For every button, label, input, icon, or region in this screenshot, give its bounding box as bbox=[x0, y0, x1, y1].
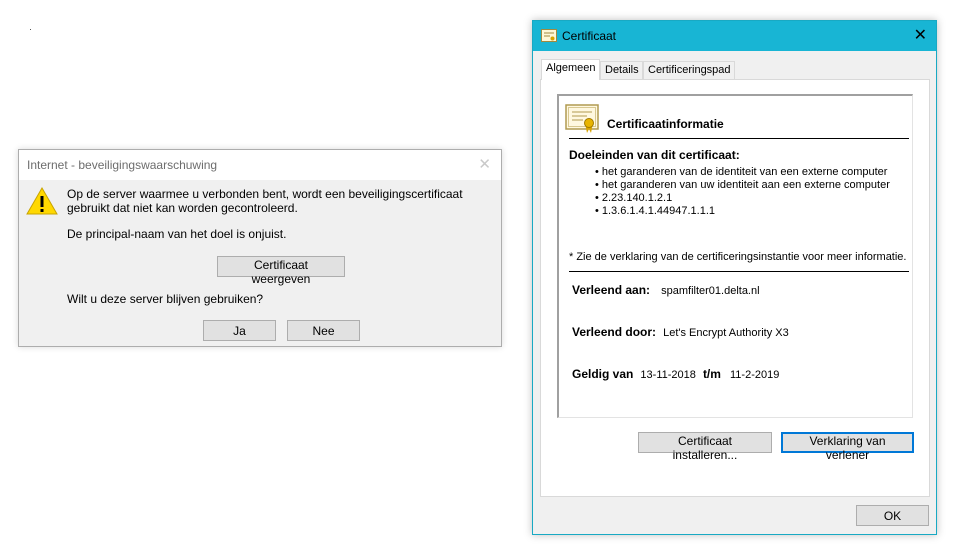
divider bbox=[569, 138, 909, 139]
valid-to-label: t/m bbox=[702, 367, 721, 381]
purposes-list: het garanderen van de identiteit van een… bbox=[595, 166, 890, 218]
issued-by-label: Verleend door: bbox=[572, 325, 657, 339]
issued-to-label: Verleend aan: bbox=[572, 283, 651, 297]
warning-message: Op de server waarmee u verbonden bent, w… bbox=[67, 187, 463, 215]
list-item: 2.23.140.1.2.1 bbox=[595, 192, 890, 205]
tab-algemeen[interactable]: Algemeen bbox=[541, 59, 600, 80]
cert-titlebar[interactable]: Certificaat ✕ bbox=[533, 21, 936, 51]
tab-certificeringspad[interactable]: Certificeringspad bbox=[643, 61, 735, 79]
certificate-app-icon bbox=[541, 29, 557, 46]
warning-titlebar[interactable]: Internet - beveiligingswaarschuwing ✕ bbox=[19, 150, 501, 180]
divider bbox=[569, 271, 909, 272]
general-tab-panel: Certificaatinformatie Doeleinden van dit… bbox=[540, 79, 930, 497]
valid-from-value: 13-11-2018 bbox=[640, 369, 696, 381]
list-item: het garanderen van uw identiteit aan een… bbox=[595, 179, 890, 192]
warning-question: Wilt u deze server blijven gebruiken? bbox=[67, 292, 264, 306]
issued-to-row: Verleend aan: spamfilter01.delta.nl bbox=[572, 283, 760, 297]
install-certificate-button[interactable]: Certificaat installeren... bbox=[638, 432, 772, 462]
warning-icon bbox=[26, 186, 58, 219]
certificate-info-title: Certificaatinformatie bbox=[607, 117, 724, 131]
issued-by-value: Let's Encrypt Authority X3 bbox=[663, 327, 789, 339]
authority-note: * Zie de verklaring van de certificering… bbox=[569, 251, 907, 263]
close-icon[interactable]: ✕ bbox=[914, 25, 927, 45]
validity-row: Geldig van 13-11-2018 t/m 11-2-2019 bbox=[572, 367, 779, 381]
close-icon[interactable]: ✕ bbox=[478, 155, 491, 173]
certificate-info-box: Certificaatinformatie Doeleinden van dit… bbox=[557, 94, 913, 418]
yes-button[interactable]: Ja bbox=[203, 320, 276, 341]
certificate-dialog: Certificaat ✕ Algemeen Details Certifice… bbox=[532, 20, 937, 535]
issued-by-row: Verleend door: Let's Encrypt Authority X… bbox=[572, 325, 789, 339]
list-item: het garanderen van de identiteit van een… bbox=[595, 166, 890, 179]
warning-detail: De principal-naam van het doel is onjuis… bbox=[67, 227, 287, 241]
valid-from-label: Geldig van bbox=[572, 367, 634, 381]
certificate-icon bbox=[565, 104, 599, 137]
no-button[interactable]: Nee bbox=[287, 320, 360, 341]
tab-details[interactable]: Details bbox=[600, 61, 643, 79]
valid-to-value: 11-2-2019 bbox=[730, 369, 780, 381]
list-item: 1.3.6.1.4.1.44947.1.1.1 bbox=[595, 205, 890, 218]
view-certificate-button[interactable]: Certificaat weergeven bbox=[217, 256, 345, 286]
warning-title: Internet - beveiligingswaarschuwing bbox=[27, 158, 218, 172]
issuer-statement-button[interactable]: Verklaring van verlener bbox=[781, 432, 914, 462]
purposes-heading: Doeleinden van dit certificaat: bbox=[569, 148, 740, 162]
stray-pixel bbox=[30, 29, 31, 30]
cert-title: Certificaat bbox=[562, 29, 617, 43]
issued-to-value: spamfilter01.delta.nl bbox=[661, 285, 760, 297]
ok-button[interactable]: OK bbox=[856, 505, 929, 526]
security-warning-dialog: Internet - beveiligingswaarschuwing ✕ Op… bbox=[18, 149, 502, 347]
